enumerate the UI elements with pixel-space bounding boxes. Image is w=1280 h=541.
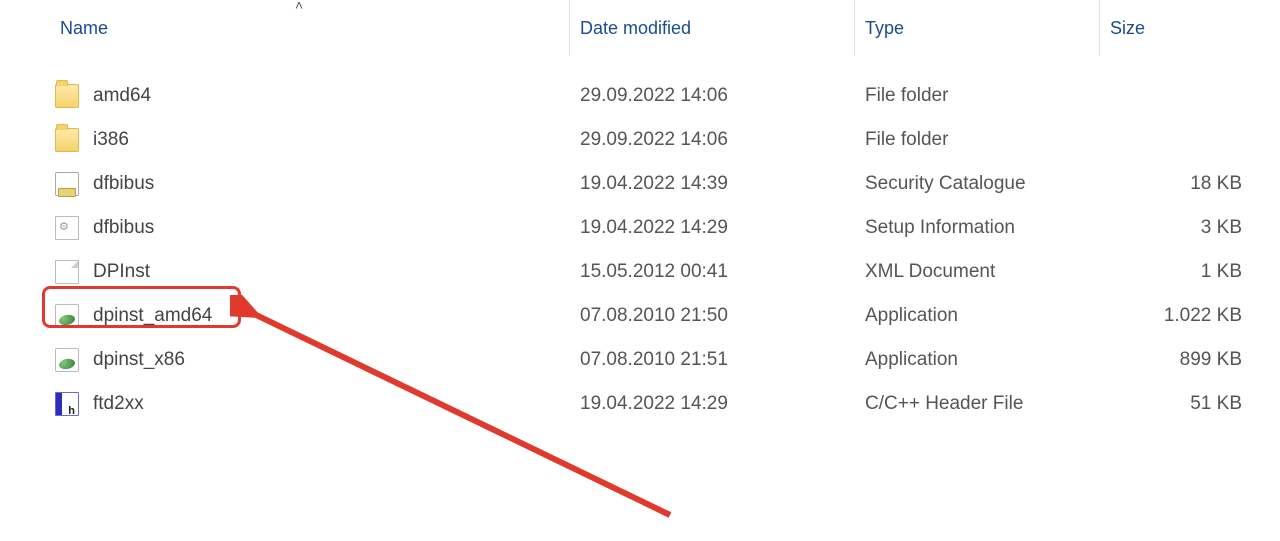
file-name-label: dfbibus: [93, 217, 154, 239]
cell-size: 18 KB: [1100, 173, 1260, 195]
cell-date: 29.09.2022 14:06: [570, 129, 855, 151]
file-name-label: DPInst: [93, 261, 150, 283]
cell-type: File folder: [855, 129, 1100, 151]
cell-type: Setup Information: [855, 217, 1100, 239]
file-row[interactable]: amd64 29.09.2022 14:06File folder: [55, 74, 1280, 118]
column-label: Date modified: [580, 18, 691, 39]
cell-size: 899 KB: [1100, 349, 1260, 371]
cell-type: File folder: [855, 85, 1100, 107]
file-row[interactable]: dfbibus 19.04.2022 14:39Security Catalogu…: [55, 162, 1280, 206]
cell-name: dpinst_x86: [55, 348, 570, 372]
file-name-label: dfbibus: [93, 173, 154, 195]
column-label: Size: [1110, 18, 1145, 39]
file-name-label: ftd2xx: [93, 393, 144, 415]
cell-size: 51 KB: [1100, 393, 1260, 415]
file-row[interactable]: dpinst_x86 07.08.2010 21:51Application899…: [55, 338, 1280, 382]
file-row[interactable]: dpinst_amd64 07.08.2010 21:50Application1…: [55, 294, 1280, 338]
cell-name: dfbibus: [55, 216, 570, 240]
cell-type: Security Catalogue: [855, 173, 1100, 195]
folder-icon: [55, 128, 79, 152]
cell-size: 1.022 KB: [1100, 305, 1260, 327]
cell-date: 19.04.2022 14:29: [570, 393, 855, 415]
cell-date: 15.05.2012 00:41: [570, 261, 855, 283]
h-icon: [55, 392, 79, 416]
column-header-row: Name ˄ Date modified Type Size: [0, 0, 1280, 56]
cell-name: amd64: [55, 84, 570, 108]
cell-name: dpinst_amd64: [55, 304, 570, 328]
file-name-label: amd64: [93, 85, 151, 107]
cell-name: i386: [55, 128, 570, 152]
cell-date: 19.04.2022 14:29: [570, 217, 855, 239]
cat-icon: [55, 172, 79, 196]
folder-icon: [55, 84, 79, 108]
cell-date: 19.04.2022 14:39: [570, 173, 855, 195]
file-list: amd64 29.09.2022 14:06File folder i386 29.0…: [0, 56, 1280, 426]
cell-type: C/C++ Header File: [855, 393, 1100, 415]
column-header-size[interactable]: Size: [1100, 0, 1260, 56]
exe-icon: [55, 304, 79, 328]
cell-type: Application: [855, 349, 1100, 371]
cell-size: 1 KB: [1100, 261, 1260, 283]
file-row[interactable]: ftd2xx 19.04.2022 14:29C/C++ Header File5…: [55, 382, 1280, 426]
file-row[interactable]: DPInst 15.05.2012 00:41XML Document1 KB: [55, 250, 1280, 294]
inf-icon: [55, 216, 79, 240]
cell-type: XML Document: [855, 261, 1100, 283]
file-row[interactable]: dfbibus 19.04.2022 14:29Setup Information…: [55, 206, 1280, 250]
cell-date: 29.09.2022 14:06: [570, 85, 855, 107]
cell-type: Application: [855, 305, 1100, 327]
cell-name: dfbibus: [55, 172, 570, 196]
sort-caret-up-icon: ˄: [295, 0, 303, 13]
column-header-type[interactable]: Type: [855, 0, 1100, 56]
column-label: Name: [60, 18, 108, 39]
file-name-label: i386: [93, 129, 129, 151]
cell-date: 07.08.2010 21:51: [570, 349, 855, 371]
doc-icon: [55, 260, 79, 284]
exe-icon: [55, 348, 79, 372]
cell-name: DPInst: [55, 260, 570, 284]
column-label: Type: [865, 18, 904, 39]
file-name-label: dpinst_x86: [93, 349, 185, 371]
file-name-label: dpinst_amd64: [93, 305, 212, 327]
column-header-name[interactable]: Name ˄: [55, 0, 570, 56]
column-header-date[interactable]: Date modified: [570, 0, 855, 56]
cell-name: ftd2xx: [55, 392, 570, 416]
cell-date: 07.08.2010 21:50: [570, 305, 855, 327]
file-row[interactable]: i386 29.09.2022 14:06File folder: [55, 118, 1280, 162]
cell-size: 3 KB: [1100, 217, 1260, 239]
